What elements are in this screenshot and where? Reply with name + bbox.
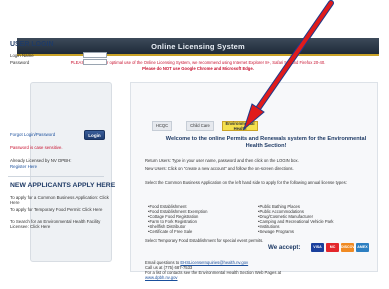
browser-notice: PLEASE NOTE: For optimal use of the Onli… xyxy=(20,60,376,72)
password-case-note: Password is case sensitive. xyxy=(10,145,63,150)
select-business-app-text: Select the Common Business Application o… xyxy=(145,180,347,185)
accept-label: We accept: xyxy=(268,244,301,251)
login-heading: USER LOGIN xyxy=(10,41,54,48)
page-title: Online Licensing System xyxy=(151,42,245,51)
header-banner: Online Licensing System xyxy=(17,38,379,56)
new-applicants-heading: NEW APPLICANTS APPLY HERE xyxy=(10,182,116,189)
password-label: Password xyxy=(10,60,30,65)
list-item: Certificate of Free Sale xyxy=(148,229,207,234)
panel-divider xyxy=(8,176,104,177)
mastercard-icon: MC xyxy=(326,243,339,252)
tab-child-care[interactable]: Child Care xyxy=(186,121,214,131)
already-licensed-label: Already Licensed by NV DPBH: xyxy=(10,158,72,163)
login-name-input[interactable] xyxy=(83,52,107,58)
tab-environmental-health[interactable]: Environmental Health xyxy=(222,121,258,131)
forgot-password-link[interactable]: Forgot Login/Password xyxy=(10,132,55,137)
returning-users-text: Return Users: Type in your user name, pa… xyxy=(145,158,299,163)
tab-hcqc[interactable]: HCQC xyxy=(152,121,172,131)
login-name-label: Login Name xyxy=(10,53,34,58)
notice-line-2: Please do NOT use Google Chrome and Micr… xyxy=(142,66,254,71)
visa-card-icon: VISA xyxy=(311,243,324,252)
welcome-heading: Welcome to the online Permits and Renewa… xyxy=(165,136,367,149)
new-users-text: New Users: Click on "create a new accoun… xyxy=(145,166,294,171)
discover-card-icon: DISCOVER xyxy=(341,243,360,252)
login-button[interactable]: Login xyxy=(84,130,105,140)
register-link[interactable]: Register Here xyxy=(10,164,37,169)
amex-card-icon: AMEX xyxy=(356,243,369,252)
list-item: Sewage Programs xyxy=(258,229,334,234)
search-licensee-link[interactable]: To Search for an Environmental Health Fa… xyxy=(10,219,110,229)
apply-business-link[interactable]: To apply for a Common Business Applicati… xyxy=(10,195,110,205)
website-link[interactable]: www.dpbh.nv.gov xyxy=(145,275,281,280)
license-list-right: Public Bathing Places Public Accommodati… xyxy=(258,204,334,234)
contact-block: Email questions to EHSLicenseInquiries@h… xyxy=(145,260,281,280)
password-input[interactable] xyxy=(83,59,107,65)
license-list-left: Food Establishment Food Establishment Ex… xyxy=(148,204,207,234)
login-panel xyxy=(30,82,112,262)
apply-temp-food-link[interactable]: To apply for Temporary Food Permit: Clic… xyxy=(10,207,110,212)
